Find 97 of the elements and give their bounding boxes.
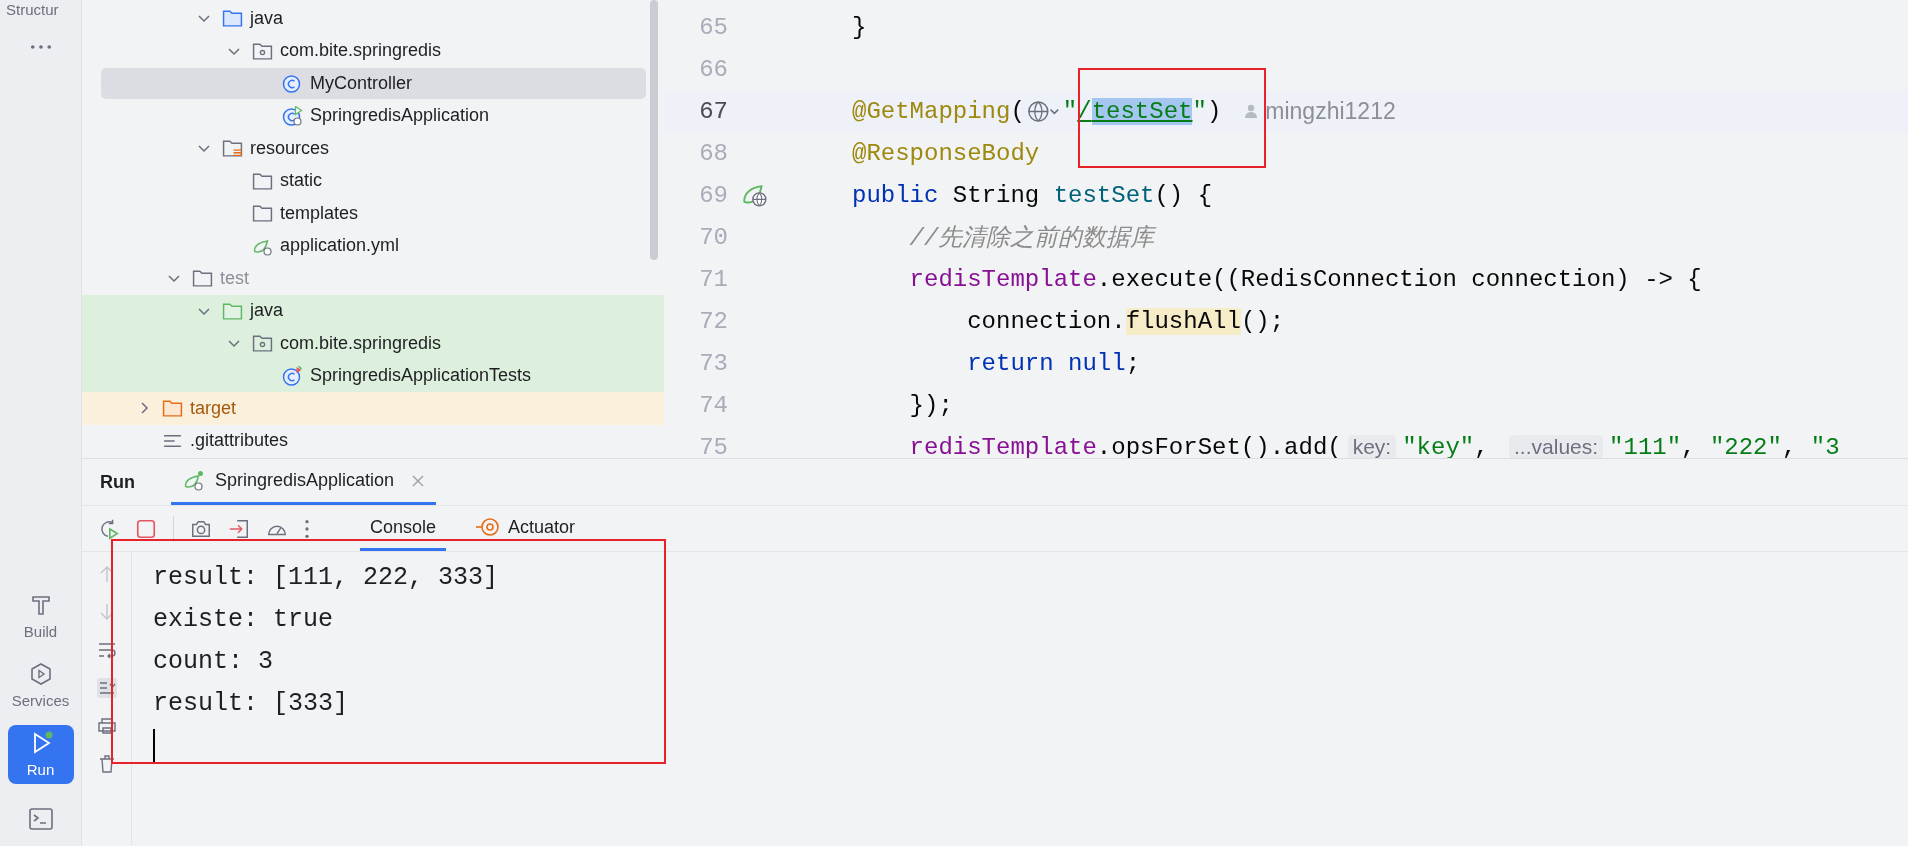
code-text: ) (1206, 97, 1222, 125)
code-text: .execute((RedisConnection connection) -> { (1096, 265, 1702, 293)
keyword-text: public (852, 181, 939, 209)
tree-item[interactable]: .gitattributes (190, 430, 289, 452)
tool-window-button[interactable]: Build (7, 587, 74, 646)
more-icon[interactable] (29, 44, 52, 50)
tree-item[interactable]: com.bite.springredis (280, 40, 442, 62)
class-icon (282, 73, 303, 94)
person-icon (1243, 103, 1260, 119)
line-number: 66 (698, 55, 728, 83)
target-icon (476, 515, 501, 539)
annotation-text: @ResponseBody (852, 139, 1040, 167)
code-text: .opsForSet().add( (1096, 433, 1342, 458)
class-icon (282, 365, 303, 386)
code-text: , (1681, 433, 1697, 458)
code-comment: //先清除之前的数据库 (908, 224, 1155, 253)
tree-item[interactable]: java (250, 7, 284, 29)
console-line: result: [111, 222, 333] (153, 562, 499, 594)
line-number: 67 (698, 97, 728, 125)
annotation-text: @GetMapping (852, 97, 1011, 125)
code-text: }); (908, 391, 953, 419)
folder-icon (252, 170, 273, 191)
folder-icon (222, 300, 243, 321)
terminal-icon[interactable] (28, 808, 53, 830)
tree-item[interactable]: templates (280, 202, 359, 224)
tree-item[interactable]: SpringredisApplication (310, 105, 490, 127)
tool-window-button[interactable]: Run (7, 725, 74, 784)
keyword-text: return (966, 349, 1054, 377)
console-line: existe: true (153, 604, 335, 636)
stop-icon[interactable] (135, 517, 157, 540)
string-literal: "3 (1810, 433, 1840, 458)
leaf-globe-icon[interactable] (742, 182, 768, 208)
tree-item[interactable]: java (250, 300, 284, 322)
exit-arrow-icon[interactable] (228, 517, 250, 540)
scroll-to-end-icon[interactable] (96, 678, 117, 698)
highlighted-method-name: flushAll (1125, 307, 1241, 335)
console-line: result: [333] (153, 688, 350, 720)
code-text: , (1474, 433, 1490, 458)
line-number: 72 (698, 307, 728, 335)
view-tab[interactable]: Actuator (466, 506, 586, 551)
view-tab[interactable]: Console (360, 506, 447, 551)
panel-title: Run (100, 471, 135, 493)
string-literal: " (1192, 97, 1207, 125)
line-number: 70 (698, 223, 728, 251)
tree-item[interactable]: MyController (310, 72, 413, 94)
string-literal: "key" (1402, 433, 1475, 458)
code-text: ( (1010, 97, 1025, 125)
tree-item[interactable]: resources (250, 137, 330, 159)
package-icon (252, 40, 273, 61)
globe-dropdown-icon[interactable] (1026, 99, 1061, 123)
line-number: 75 (698, 433, 728, 458)
string-literal: "111" (1609, 433, 1682, 458)
line-number: 65 (698, 13, 728, 41)
field-name: redisTemplate (908, 433, 1097, 458)
line-number: 73 (698, 349, 728, 377)
print-icon[interactable] (96, 716, 117, 736)
tree-item[interactable]: target (190, 397, 237, 419)
console-line: count: 3 (153, 646, 275, 678)
resources-folder-icon (222, 138, 243, 159)
more-vertical-icon[interactable] (304, 517, 310, 540)
structure-label[interactable]: Structur (0, 1, 59, 18)
parameter-hint: ...values: (1509, 435, 1604, 458)
method-name: testSet (1053, 181, 1155, 209)
line-number: 71 (698, 265, 728, 293)
folder-icon (192, 268, 213, 289)
line-number: 74 (698, 391, 728, 419)
leaf-icon (183, 470, 204, 491)
folder-icon (222, 8, 243, 29)
soft-wrap-icon[interactable] (96, 640, 117, 660)
string-literal: "222" (1709, 433, 1782, 458)
code-text: ; (1125, 349, 1141, 377)
tool-window-button[interactable]: Services (7, 656, 74, 715)
scrollbar-thumb[interactable] (650, 0, 658, 260)
package-icon (252, 333, 273, 354)
tree-item[interactable]: application.yml (280, 235, 400, 257)
tree-item[interactable]: static (280, 170, 322, 192)
play-hexagon-icon (28, 662, 53, 686)
code-text: String (951, 181, 1041, 209)
code-text: connection. (966, 307, 1126, 335)
close-icon[interactable] (412, 474, 425, 487)
tree-item[interactable]: com.bite.springredis (280, 332, 442, 354)
selected-url-text: testSet (1091, 97, 1193, 125)
run-configuration-tab[interactable]: SpringredisApplication (171, 459, 437, 505)
text-cursor (153, 729, 155, 763)
parameter-hint: key: (1347, 435, 1397, 458)
folder-icon (162, 398, 183, 419)
line-number: 68 (698, 139, 728, 167)
field-name: redisTemplate (908, 265, 1097, 293)
code-text: (); (1240, 307, 1285, 335)
folder-icon (252, 203, 273, 224)
class-icon (282, 105, 303, 126)
code-text: , (1781, 433, 1798, 458)
code-text: } (852, 13, 867, 41)
string-literal: " (1062, 97, 1078, 125)
code-text: () { (1154, 181, 1213, 209)
line-number: 69 (698, 181, 728, 209)
keyword-text: null (1067, 349, 1126, 377)
